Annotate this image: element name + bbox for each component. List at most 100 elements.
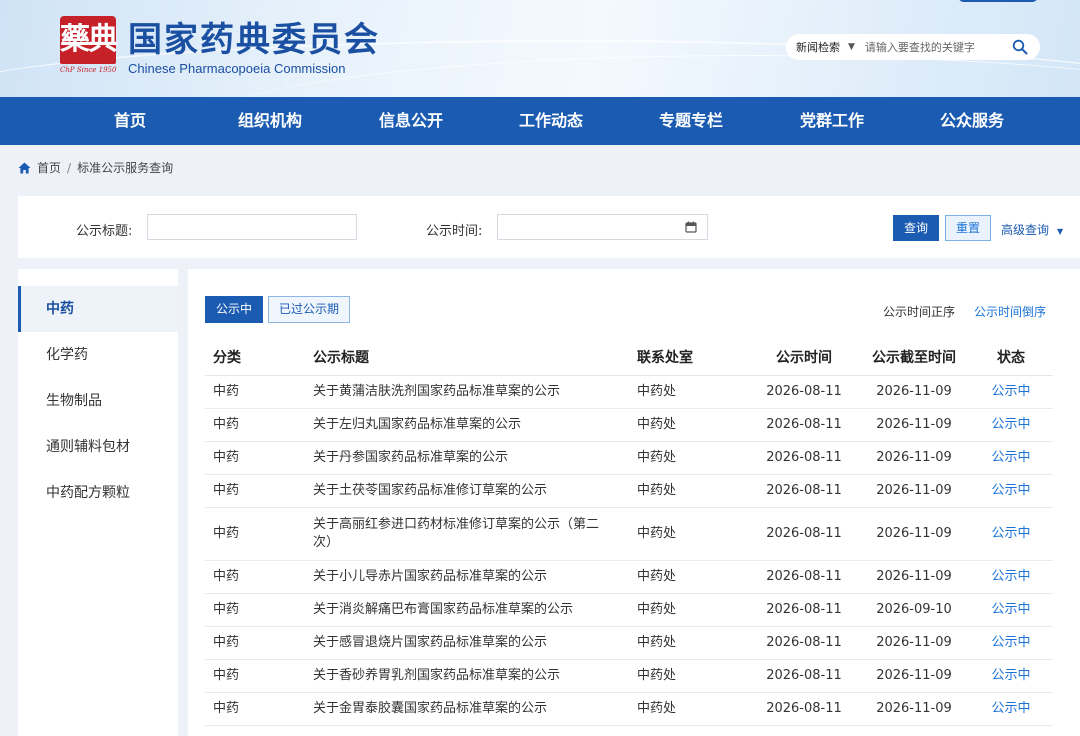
table-row[interactable]: 中药 关于消炎解痛巴布膏国家药品标准草案的公示 中药处 2026-08-11 2026-… — [205, 593, 1053, 627]
table-row[interactable]: 中药 关于香砂养胃乳剂国家药品标准草案的公示 中药处 2026-08-11 2026-1… — [205, 659, 1053, 693]
cell-end-date: 2026-11-09 — [859, 474, 969, 508]
sort-time-desc[interactable]: 公示时间倒序 — [974, 303, 1046, 320]
tab-expired[interactable]: 已过公示期 — [268, 296, 351, 323]
cell-start-date: 2026-08-11 — [749, 560, 859, 594]
cell-start-date: 2026-08-11 — [749, 692, 859, 726]
table-row[interactable]: 中药 关于土茯苓国家药品标准修订草案的公示 中药处 2026-08-11 2026-11… — [205, 474, 1053, 508]
table-row[interactable]: 中药 关于黄蒲洁肤洗剂国家药品标准草案的公示 中药处 2026-08-11 2026-1… — [205, 375, 1053, 409]
cell-category: 中药 — [205, 474, 305, 508]
breadcrumb-home[interactable]: 首页 — [37, 159, 61, 176]
time-filter-input[interactable] — [497, 214, 708, 240]
cell-end-date: 2026-11-09 — [859, 408, 969, 442]
cell-end-date: 2026-11-09 — [859, 626, 969, 660]
table-row[interactable]: 中药 关于金胃泰胶囊国家药品标准草案的公示 中药处 2026-08-11 2026-11… — [205, 692, 1053, 726]
news-search-box: 新闻检索 ▼ — [786, 34, 1040, 60]
top-accent-tab — [958, 0, 1038, 2]
cell-title[interactable]: 关于小儿导赤片国家药品标准草案的公示 — [305, 560, 629, 594]
cell-start-date: 2026-08-11 — [749, 474, 859, 508]
cell-status[interactable]: 公示中 — [969, 408, 1053, 442]
sidebar-item-general-excipients[interactable]: 通则辅料包材 — [18, 424, 178, 470]
cell-start-date: 2026-08-11 — [749, 507, 859, 561]
site-header: 藥典 ChP Since 1950 国家药典委员会 Chinese Pharma… — [0, 0, 1080, 97]
cell-status[interactable]: 公示中 — [969, 659, 1053, 693]
cell-status[interactable]: 公示中 — [969, 441, 1053, 475]
sidebar-item-tcm[interactable]: 中药 — [18, 286, 178, 332]
cell-category: 中药 — [205, 659, 305, 693]
home-icon — [18, 162, 31, 173]
cell-department: 中药处 — [629, 626, 749, 660]
cell-title[interactable]: 关于金胃泰胶囊国家药品标准草案的公示 — [305, 692, 629, 726]
announcement-table: 分类 公示标题 联系处室 公示时间 公示截至时间 状态 中药 关于黄蒲洁肤洗剂国家… — [205, 339, 1053, 726]
filter-bar: 公示标题: 公示时间: 查询 重置 高级查询 ▼ — [18, 196, 1080, 258]
cell-start-date: 2026-08-11 — [749, 593, 859, 627]
table-row[interactable]: 中药 关于高丽红参进口药材标准修订草案的公示（第二次） 中药处 2026-08-11 2… — [205, 507, 1053, 561]
seal-caption: ChP Since 1950 — [60, 66, 117, 74]
sidebar-item-biological[interactable]: 生物制品 — [18, 378, 178, 424]
cell-status[interactable]: 公示中 — [969, 507, 1053, 561]
cell-category: 中药 — [205, 507, 305, 561]
cell-status[interactable]: 公示中 — [969, 560, 1053, 594]
seal-glyph: 藥典 — [60, 16, 118, 64]
cell-title[interactable]: 关于感冒退烧片国家药品标准草案的公示 — [305, 626, 629, 660]
cell-title[interactable]: 关于土茯苓国家药品标准修订草案的公示 — [305, 474, 629, 508]
table-row[interactable]: 中药 关于感冒退烧片国家药品标准草案的公示 中药处 2026-08-11 2026-11… — [205, 626, 1053, 660]
query-button[interactable]: 查询 — [893, 215, 939, 241]
table-row[interactable]: 中药 关于左归丸国家药品标准草案的公示 中药处 2026-08-11 2026-11-0… — [205, 408, 1053, 442]
sidebar-item-chemical[interactable]: 化学药 — [18, 332, 178, 378]
caret-down-icon[interactable]: ▼ — [848, 42, 855, 52]
cell-start-date: 2026-08-11 — [749, 408, 859, 442]
nav-party-work[interactable]: 党群工作 — [800, 97, 864, 145]
cell-department: 中药处 — [629, 474, 749, 508]
cell-end-date: 2026-11-09 — [859, 560, 969, 594]
cell-title[interactable]: 关于高丽红参进口药材标准修订草案的公示（第二次） — [305, 507, 629, 561]
cell-category: 中药 — [205, 375, 305, 409]
nav-public-service[interactable]: 公众服务 — [940, 97, 1004, 145]
cell-title[interactable]: 关于消炎解痛巴布膏国家药品标准草案的公示 — [305, 593, 629, 627]
cell-category: 中药 — [205, 441, 305, 475]
reset-button[interactable]: 重置 — [945, 215, 991, 241]
cell-department: 中药处 — [629, 507, 749, 561]
sort-time-asc[interactable]: 公示时间正序 — [883, 303, 955, 320]
site-title-cn[interactable]: 国家药典委员会 — [128, 12, 380, 61]
site-title-en: Chinese Pharmacopoeia Commission — [128, 61, 346, 76]
col-start-date: 公示时间 — [749, 339, 859, 376]
sidebar-item-tcm-granules[interactable]: 中药配方颗粒 — [18, 470, 178, 516]
cell-start-date: 2026-08-11 — [749, 375, 859, 409]
calendar-icon[interactable] — [685, 221, 697, 233]
tab-in-publicity[interactable]: 公示中 — [205, 296, 264, 323]
cell-title[interactable]: 关于丹参国家药品标准草案的公示 — [305, 441, 629, 475]
cell-status[interactable]: 公示中 — [969, 626, 1053, 660]
cell-department: 中药处 — [629, 692, 749, 726]
cell-title[interactable]: 关于黄蒲洁肤洗剂国家药品标准草案的公示 — [305, 375, 629, 409]
search-scope-select[interactable]: 新闻检索 — [796, 39, 840, 55]
cell-status[interactable]: 公示中 — [969, 593, 1053, 627]
nav-home[interactable]: 首页 — [114, 97, 146, 145]
main-nav: 首页 组织机构 信息公开 工作动态 专题专栏 党群工作 公众服务 — [0, 97, 1080, 145]
cell-department: 中药处 — [629, 441, 749, 475]
table-row[interactable]: 中药 关于小儿导赤片国家药品标准草案的公示 中药处 2026-08-11 2026-11… — [205, 560, 1053, 594]
cell-category: 中药 — [205, 626, 305, 660]
search-input[interactable] — [864, 40, 990, 54]
col-category: 分类 — [205, 339, 305, 376]
cell-department: 中药处 — [629, 593, 749, 627]
nav-info-disclosure[interactable]: 信息公开 — [379, 97, 443, 145]
nav-work-news[interactable]: 工作动态 — [519, 97, 583, 145]
table-row[interactable]: 中药 关于丹参国家药品标准草案的公示 中药处 2026-08-11 2026-11-09… — [205, 441, 1053, 475]
cell-status[interactable]: 公示中 — [969, 375, 1053, 409]
nav-organization[interactable]: 组织机构 — [238, 97, 302, 145]
cell-start-date: 2026-08-11 — [749, 659, 859, 693]
col-title: 公示标题 — [305, 339, 629, 376]
search-icon[interactable] — [1012, 39, 1028, 55]
title-filter-input[interactable] — [147, 214, 357, 240]
cell-title[interactable]: 关于左归丸国家药品标准草案的公示 — [305, 408, 629, 442]
site-logo-seal[interactable]: 藥典 ChP Since 1950 — [60, 16, 118, 78]
advanced-query-toggle[interactable]: 高级查询 ▼ — [1001, 221, 1063, 238]
cell-start-date: 2026-08-11 — [749, 441, 859, 475]
cell-status[interactable]: 公示中 — [969, 692, 1053, 726]
cell-department: 中药处 — [629, 560, 749, 594]
cell-category: 中药 — [205, 560, 305, 594]
col-status: 状态 — [969, 339, 1053, 376]
nav-special-topics[interactable]: 专题专栏 — [659, 97, 723, 145]
cell-title[interactable]: 关于香砂养胃乳剂国家药品标准草案的公示 — [305, 659, 629, 693]
cell-status[interactable]: 公示中 — [969, 474, 1053, 508]
